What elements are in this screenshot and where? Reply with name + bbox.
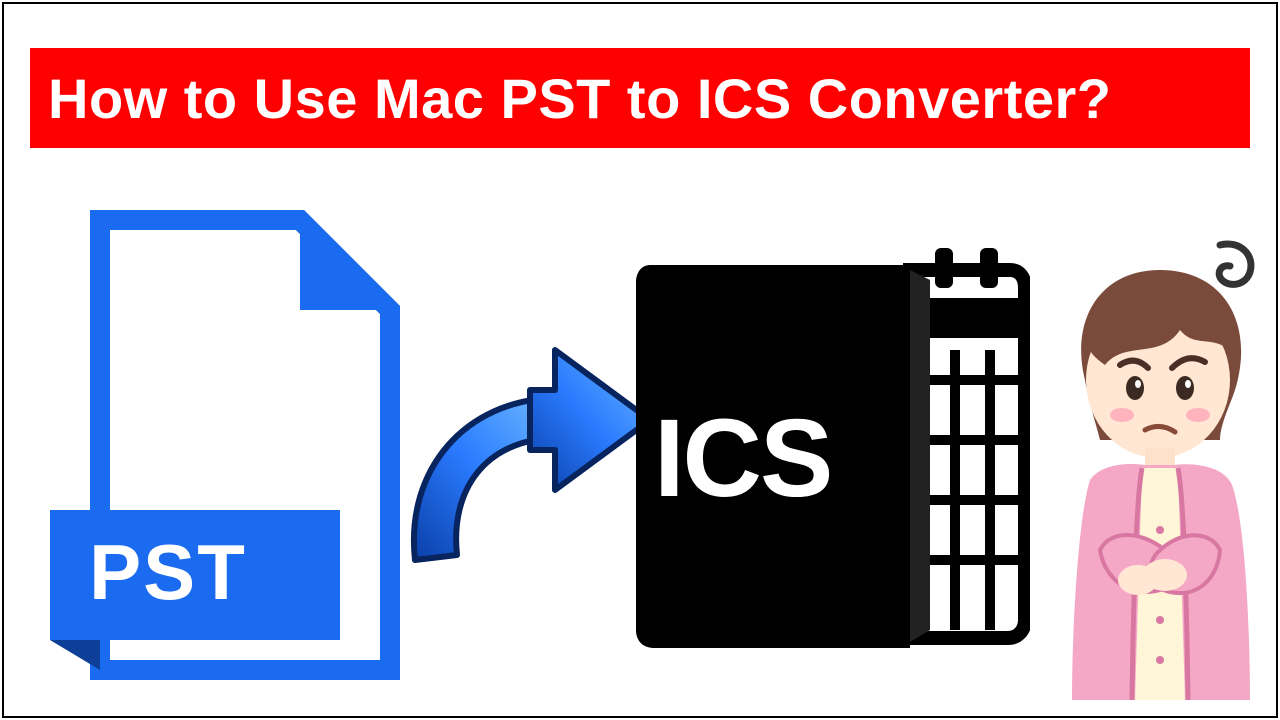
pst-label: PST xyxy=(53,522,283,622)
title-banner: How to Use Mac PST to ICS Converter? xyxy=(30,48,1250,148)
arrow-icon xyxy=(395,330,655,570)
confused-person-icon xyxy=(1030,230,1270,700)
illustration-stage: PST xyxy=(0,200,1280,720)
page-title: How to Use Mac PST to ICS Converter? xyxy=(48,66,1112,131)
ics-label: ICS xyxy=(654,395,831,522)
